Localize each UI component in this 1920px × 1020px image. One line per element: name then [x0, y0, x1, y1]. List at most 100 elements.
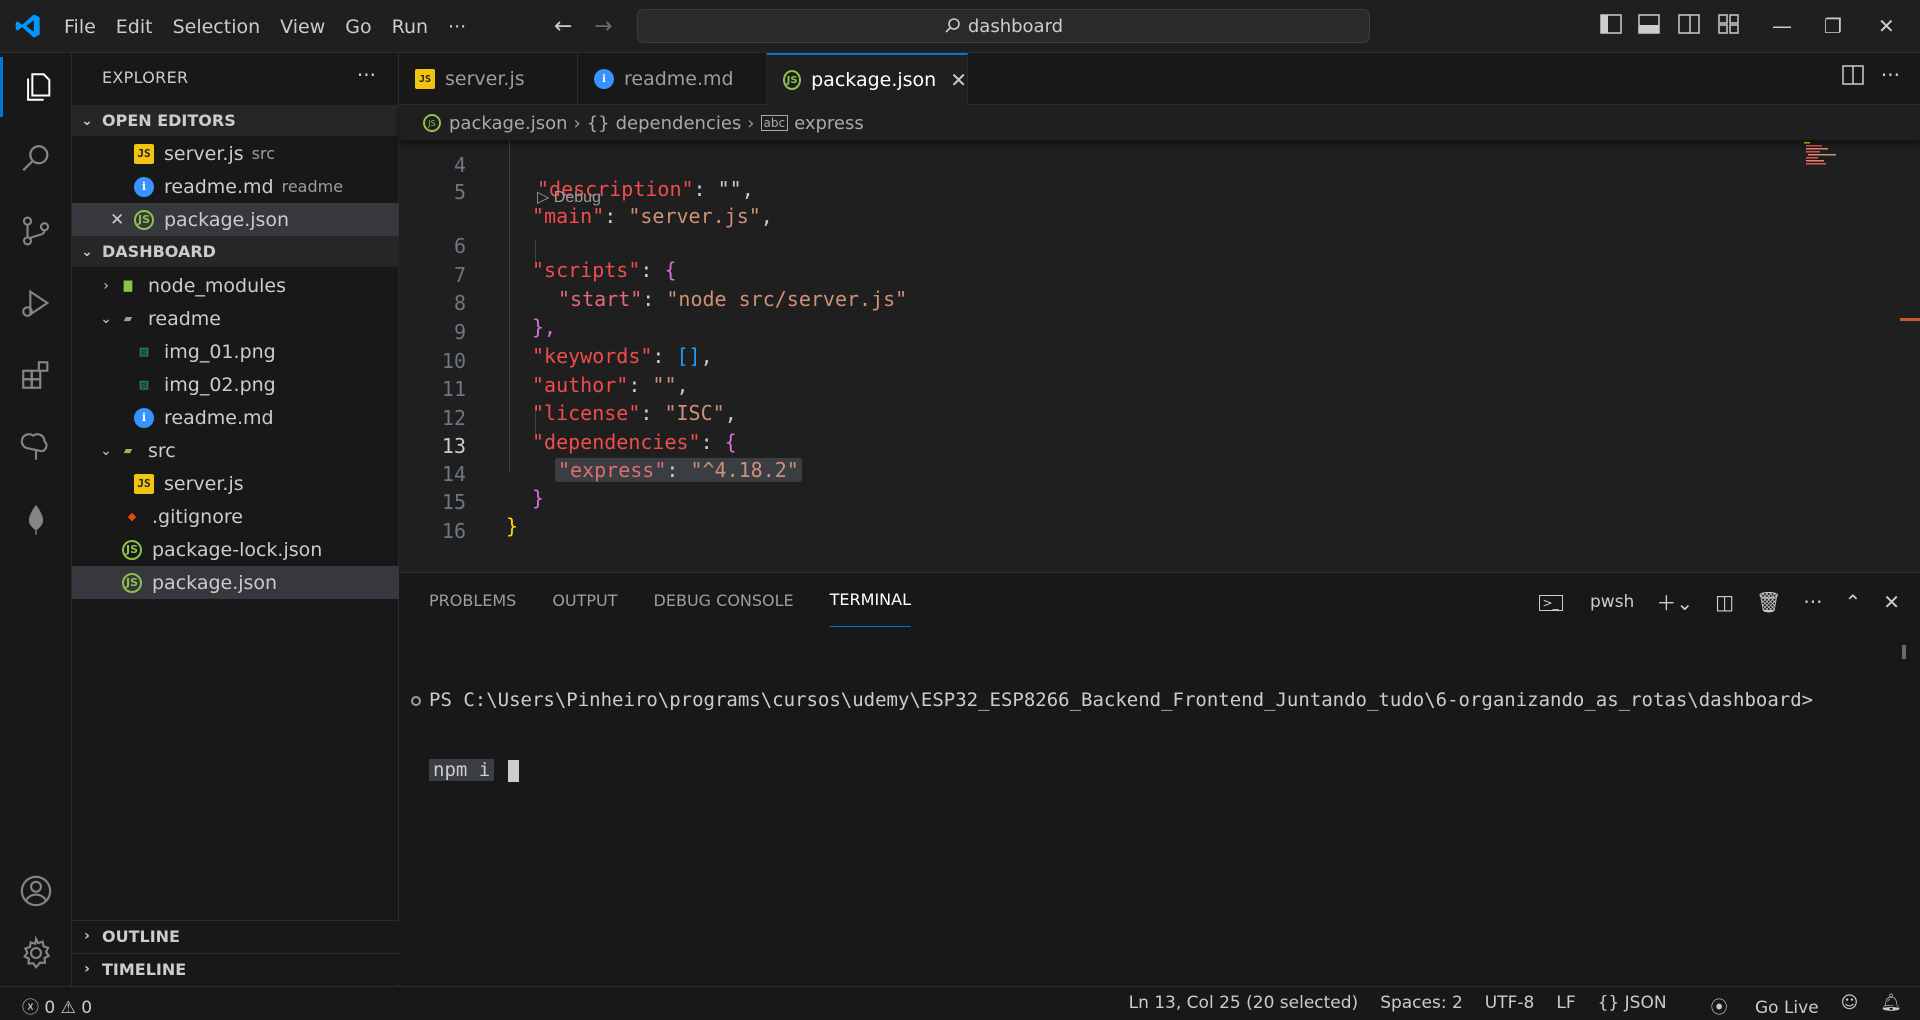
toggle-panel-icon[interactable] — [1638, 14, 1660, 39]
breadcrumb-node[interactable]: express — [794, 113, 864, 134]
menu-more[interactable]: ··· — [438, 16, 476, 38]
timeline-header[interactable]: › TIMELINE — [72, 953, 399, 984]
menu-edit[interactable]: Edit — [106, 16, 163, 38]
source-control-icon[interactable] — [0, 201, 72, 261]
new-terminal-icon[interactable]: ＋⌄ — [1656, 587, 1693, 616]
terminal-scrollbar[interactable] — [1902, 645, 1906, 659]
back-arrow-icon[interactable]: ← — [554, 14, 572, 39]
tree-file-server-js[interactable]: JS server.js — [72, 467, 399, 500]
tree-file-package-json[interactable]: JS package.json — [72, 566, 399, 599]
end-of-line[interactable]: LF — [1556, 993, 1575, 1018]
workspace-header[interactable]: ⌄ DASHBOARD — [72, 236, 399, 267]
tree-file-gitignore[interactable]: ◆ .gitignore — [72, 500, 399, 533]
tab-readme-md[interactable]: i readme.md — [578, 53, 767, 105]
line-number: 5 — [453, 180, 466, 204]
tree-folder-node-modules[interactable]: › ▇ node_modules — [72, 269, 399, 302]
account-icon[interactable] — [0, 861, 72, 921]
search-icon[interactable] — [0, 129, 72, 189]
more-actions-icon[interactable]: ··· — [357, 63, 376, 87]
command-center-search[interactable]: dashboard — [637, 9, 1370, 43]
tab-debug-console[interactable]: DEBUG CONSOLE — [654, 573, 794, 627]
open-editors-header[interactable]: ⌄ OPEN EDITORS — [72, 105, 399, 136]
cursor-position[interactable]: Ln 13, Col 25 (20 selected) — [1129, 993, 1359, 1018]
explorer-icon[interactable] — [0, 57, 72, 117]
code-line: 16 — [399, 495, 1899, 543]
customize-layout-icon[interactable] — [1718, 14, 1740, 39]
mongodb-leaf-icon[interactable] — [0, 489, 72, 549]
extensions-icon[interactable] — [0, 345, 72, 405]
breadcrumb-node[interactable]: dependencies — [616, 113, 742, 134]
split-terminal-icon[interactable]: ◫ — [1715, 590, 1734, 614]
code-editor[interactable]: 4 "description": "", 5 "main": "server.j… — [399, 140, 1920, 572]
chevron-down-icon: ⌄ — [100, 442, 112, 459]
tree-file-img01[interactable]: ▨ img_01.png — [72, 335, 399, 368]
tab-server-js[interactable]: JS server.js — [399, 53, 578, 105]
menu-run[interactable]: Run — [382, 16, 438, 38]
debug-codelens[interactable]: ▷ Debug — [537, 187, 601, 207]
bottom-panel: PROBLEMS OUTPUT DEBUG CONSOLE TERMINAL >… — [399, 572, 1920, 986]
restore-icon[interactable]: ❐ — [1824, 14, 1842, 38]
breadcrumb: JS package.json › {} dependencies › abc … — [399, 106, 1920, 140]
minimize-icon[interactable]: — — [1772, 14, 1792, 38]
tree-item-label: package-lock.json — [152, 538, 323, 561]
error-count: 0 — [44, 998, 56, 1018]
open-editor-readme-md[interactable]: i readme.md readme — [72, 170, 399, 203]
tree-item-label: img_01.png — [164, 340, 276, 363]
close-window-icon[interactable]: ✕ — [1878, 14, 1895, 38]
open-editor-server-js[interactable]: JS server.js src — [72, 137, 399, 170]
problems-status[interactable]: ⓧ 0 ⚠ 0 — [22, 993, 92, 1018]
go-live-button[interactable]: ⦿ Go Live — [1689, 993, 1819, 1018]
info-file-icon: i — [134, 407, 154, 428]
javascript-file-icon: JS — [134, 473, 154, 494]
tree-folder-readme[interactable]: ⌄ ▰ readme — [72, 302, 399, 335]
info-file-icon: i — [594, 69, 614, 89]
language-mode[interactable]: {} JSON — [1598, 993, 1667, 1018]
forward-arrow-icon[interactable]: → — [594, 14, 612, 39]
run-debug-icon[interactable] — [0, 273, 72, 333]
maximize-panel-icon[interactable]: ⌃ — [1844, 590, 1861, 614]
trash-icon[interactable]: 🗑 — [1756, 590, 1781, 614]
close-panel-icon[interactable]: ✕ — [1883, 590, 1900, 614]
tree-folder-src[interactable]: ⌄ ▰ src — [72, 434, 399, 467]
code-line: 6 "scripts": { — [399, 210, 1899, 282]
tree-file-package-lock[interactable]: JS package-lock.json — [72, 533, 399, 566]
tab-label: readme.md — [624, 68, 734, 90]
outline-header[interactable]: › OUTLINE — [72, 920, 399, 951]
tab-output[interactable]: OUTPUT — [552, 573, 617, 627]
tab-package-json[interactable]: JS package.json ✕ — [767, 53, 968, 105]
terminal-shell-selector[interactable]: >_ pwsh — [1517, 591, 1635, 612]
encoding[interactable]: UTF-8 — [1485, 993, 1535, 1018]
tree-file-readme-md[interactable]: i readme.md — [72, 401, 399, 434]
more-actions-icon[interactable]: ··· — [1803, 590, 1822, 614]
toggle-sidebar-icon[interactable] — [1600, 14, 1622, 39]
more-actions-icon[interactable]: ··· — [1881, 63, 1900, 87]
menu-go[interactable]: Go — [335, 16, 381, 38]
terminal-output[interactable]: PS C:\Users\Pinheiro\programs\cursos\ude… — [411, 645, 1813, 826]
indentation[interactable]: Spaces: 2 — [1380, 993, 1463, 1018]
feedback-icon[interactable]: ☺ — [1841, 993, 1859, 1018]
tab-problems[interactable]: PROBLEMS — [429, 573, 516, 627]
open-editors-label: OPEN EDITORS — [102, 111, 236, 130]
menu-view[interactable]: View — [270, 16, 335, 38]
close-icon[interactable]: ✕ — [110, 210, 134, 230]
notifications-bell-icon[interactable]: 🔔︎ — [1880, 993, 1902, 1018]
warning-count: 0 — [81, 998, 93, 1018]
tab-terminal[interactable]: TERMINAL — [829, 573, 912, 627]
tree-file-img02[interactable]: ▨ img_02.png — [72, 368, 399, 401]
chevron-right-icon: › — [747, 112, 755, 134]
tree-icon[interactable] — [0, 417, 72, 477]
tree-item-label: readme — [148, 307, 221, 330]
tree-item-label: readme.md — [164, 406, 274, 429]
menu-selection[interactable]: Selection — [163, 16, 271, 38]
menu-file[interactable]: File — [64, 16, 106, 38]
close-tab-icon[interactable]: ✕ — [950, 68, 967, 92]
minimap[interactable] — [1802, 140, 1920, 572]
open-editor-name: readme.md — [164, 175, 274, 198]
toggle-secondary-sidebar-icon[interactable] — [1678, 14, 1700, 39]
shell-label: pwsh — [1590, 591, 1635, 612]
settings-gear-icon[interactable] — [0, 923, 72, 983]
breadcrumb-file[interactable]: package.json — [449, 113, 568, 134]
open-editor-package-json[interactable]: ✕ JS package.json — [72, 203, 399, 236]
split-editor-icon[interactable] — [1842, 65, 1864, 90]
code-line: 11 "license": "ISC", — [399, 353, 1899, 425]
